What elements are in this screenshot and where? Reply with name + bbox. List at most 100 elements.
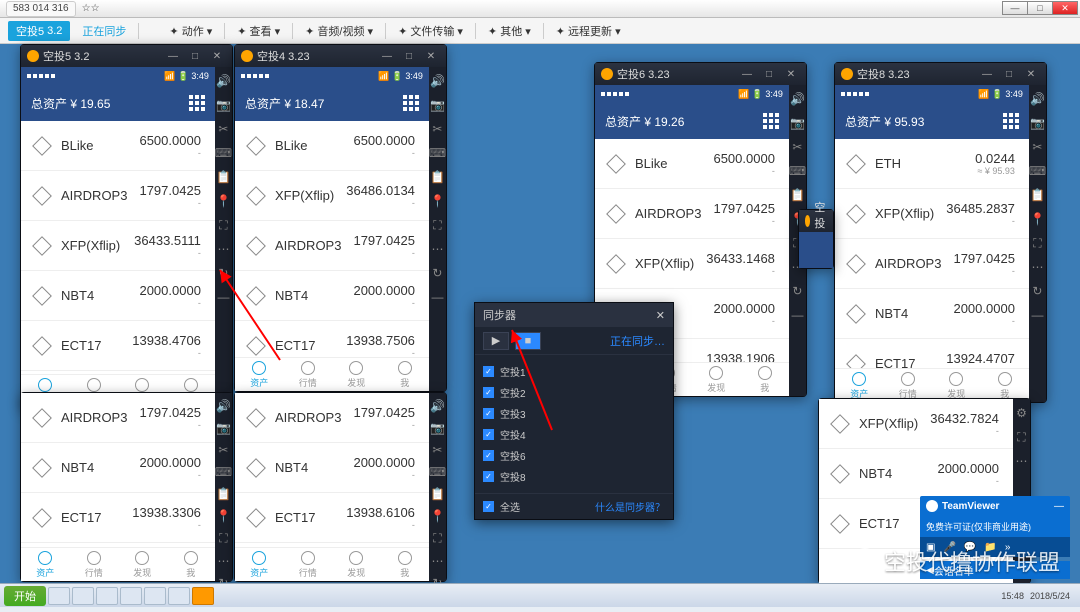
nav-tab-我[interactable]: 我 (380, 548, 428, 581)
file-icon[interactable]: 📁 (984, 542, 996, 553)
close-button[interactable]: ✕ (422, 49, 440, 63)
sidebar-tool-icon[interactable]: 📍 (215, 193, 231, 209)
sidebar-tool-icon[interactable]: ✂ (215, 121, 231, 137)
stop-button[interactable]: ■ (515, 332, 541, 350)
star-icon[interactable]: ☆☆ (82, 3, 100, 14)
checkbox-icon[interactable]: ✓ (483, 450, 494, 461)
gear-icon[interactable]: ⚙ (1013, 405, 1029, 421)
toolbar-远程更新[interactable]: ✦ 远程更新 ▾ (548, 21, 629, 41)
grid-menu-icon[interactable] (403, 95, 419, 111)
asset-row[interactable]: ECT1713938.7506- (235, 321, 429, 357)
sidebar-tool-icon[interactable]: 📷 (429, 97, 445, 113)
nav-tab-我[interactable]: 我 (380, 358, 428, 391)
sidebar-tool-icon[interactable]: 📷 (215, 97, 231, 113)
sidebar-tool-icon[interactable]: 🔊 (429, 73, 445, 89)
minimize-button[interactable]: — (164, 49, 182, 63)
sidebar-tool-icon[interactable]: ⌨ (789, 163, 805, 179)
asset-list[interactable]: BLike6500.0000-XFP(Xflip)36486.0134-AIRD… (235, 121, 429, 357)
sidebar-tool-icon[interactable]: ⌨ (215, 145, 231, 161)
sync-tab[interactable]: 空投5 3.2 (8, 21, 70, 41)
minimize-button[interactable]: — (738, 67, 756, 81)
maximize-button[interactable]: □ (400, 49, 418, 63)
sidebar-tool-icon[interactable]: 📍 (429, 193, 445, 209)
sidebar-tool-icon[interactable]: — (1029, 307, 1045, 323)
sync-item[interactable]: ✓空投6 (483, 445, 665, 466)
taskbar-item[interactable] (168, 587, 190, 605)
sidebar-tool-icon[interactable]: ⛶ (215, 217, 231, 233)
chat-icon[interactable]: 💬 (964, 542, 976, 553)
sidebar-tool-icon[interactable]: — (429, 289, 445, 305)
asset-row[interactable]: BLike6500.0000- (595, 139, 789, 189)
sidebar-tool-icon[interactable]: 📷 (429, 421, 445, 435)
minimize-icon[interactable]: — (1054, 501, 1064, 512)
asset-row[interactable]: AIRDROP31797.0425- (235, 221, 429, 271)
asset-row[interactable]: XFP(Xflip)36432.7824- (819, 399, 1013, 449)
sidebar-tool-icon[interactable]: ↻ (215, 265, 231, 281)
asset-row[interactable]: ECT1713938.3306- (21, 493, 215, 543)
close-icon[interactable]: ✕ (656, 309, 665, 322)
maximize-button[interactable]: □ (1027, 1, 1053, 15)
minimize-button[interactable]: — (978, 67, 996, 81)
asset-row[interactable]: AIRDROP31797.0425- (21, 393, 215, 443)
close-button[interactable]: ✕ (1022, 67, 1040, 81)
sidebar-tool-icon[interactable]: — (789, 307, 805, 323)
sidebar-tool-icon[interactable]: 📍 (429, 509, 445, 523)
minimize-button[interactable]: — (1002, 1, 1028, 15)
sync-item[interactable]: ✓空投8 (483, 466, 665, 487)
nav-tab-发现[interactable]: 发现 (332, 548, 380, 581)
taskbar-item[interactable] (144, 587, 166, 605)
sidebar-tool-icon[interactable]: 📋 (215, 487, 231, 501)
sidebar-tool-icon[interactable]: 📋 (1029, 187, 1045, 203)
sidebar-tool-icon[interactable]: ↻ (429, 265, 445, 281)
sidebar-tool-icon[interactable]: ⛶ (429, 531, 445, 546)
sync-item[interactable]: ✓空投1 (483, 361, 665, 382)
sidebar-tool-icon[interactable]: ↻ (789, 283, 805, 299)
sidebar-tool-icon[interactable]: ↻ (1029, 283, 1045, 299)
grid-menu-icon[interactable] (763, 113, 779, 129)
taskbar-item[interactable] (192, 587, 214, 605)
asset-row[interactable]: XFP(Xflip)36486.0134- (235, 171, 429, 221)
sidebar-tool-icon[interactable]: ⛶ (429, 217, 445, 233)
asset-row[interactable]: AIRDROP31797.0425- (595, 189, 789, 239)
toolbar-查看[interactable]: ✦ 查看 ▾ (229, 21, 288, 41)
sidebar-tool-icon[interactable]: ⋯ (429, 241, 445, 257)
nav-tab-资产[interactable]: 资产 (235, 358, 283, 391)
asset-list[interactable]: AIRDROP31797.0425-NBT42000.0000-ECT17139… (235, 393, 429, 547)
checkbox-icon[interactable]: ✓ (483, 408, 494, 419)
video-icon[interactable]: ▣ (926, 542, 935, 553)
sidebar-tool-icon[interactable]: 📋 (789, 187, 805, 203)
sidebar-tool-icon[interactable]: 🔊 (215, 399, 231, 413)
sidebar-tool-icon[interactable]: ✂ (215, 443, 231, 457)
close-button[interactable]: ✕ (1052, 1, 1078, 15)
asset-list[interactable]: ETH0.0244≈ ¥ 95.93XFP(Xflip)36485.2837-A… (835, 139, 1029, 368)
toolbar-文件传输[interactable]: ✦ 文件传输 ▾ (390, 21, 471, 41)
asset-row[interactable]: XFP(Xflip)36433.5111- (21, 221, 215, 271)
nav-tab-发现[interactable]: 发现 (118, 548, 166, 581)
nav-tab-行情[interactable]: 行情 (283, 548, 331, 581)
sidebar-tool-icon[interactable]: ⋯ (1029, 259, 1045, 275)
sync-item[interactable]: ✓空投4 (483, 424, 665, 445)
asset-row[interactable]: XFP(Xflip)36485.2837- (835, 189, 1029, 239)
asset-list[interactable]: BLike6500.0000-AIRDROP31797.0425-XFP(Xfl… (21, 121, 215, 374)
asset-row[interactable]: ECT1713924.4707- (835, 339, 1029, 368)
sync-item[interactable]: ✓空投3 (483, 403, 665, 424)
sidebar-tool-icon[interactable]: 📷 (789, 115, 805, 131)
sync-help-link[interactable]: 什么是同步器？ (595, 499, 665, 514)
teamviewer-session-bar[interactable]: ◀ 会话名单 (920, 561, 1070, 579)
asset-row[interactable]: ECT1713938.4706- (21, 321, 215, 371)
toolbar-其他[interactable]: ✦ 其他 ▾ (480, 21, 539, 41)
emulator-titlebar[interactable]: 空投4 3.23—□✕ (235, 45, 446, 67)
sidebar-tool-icon[interactable]: 🔊 (215, 73, 231, 89)
system-tray[interactable]: 15:48 2018/5/24 (1001, 591, 1076, 601)
emulator-titlebar[interactable]: 空投1 (799, 210, 833, 232)
sidebar-tool-icon[interactable]: ⌨ (429, 145, 445, 161)
asset-row[interactable]: NBT42000.0000- (235, 271, 429, 321)
sidebar-tool-icon[interactable]: ✂ (1029, 139, 1045, 155)
sidebar-tool-icon[interactable]: 📋 (215, 169, 231, 185)
sidebar-tool-icon[interactable]: ⋯ (429, 554, 445, 568)
sidebar-tool-icon[interactable]: — (215, 289, 231, 305)
sidebar-tool-icon[interactable]: 📍 (1029, 211, 1045, 227)
play-button[interactable]: ▶ (483, 332, 509, 350)
toolbar-动作[interactable]: ✦ 动作 ▾ (161, 21, 220, 41)
taskbar-item[interactable] (72, 587, 94, 605)
